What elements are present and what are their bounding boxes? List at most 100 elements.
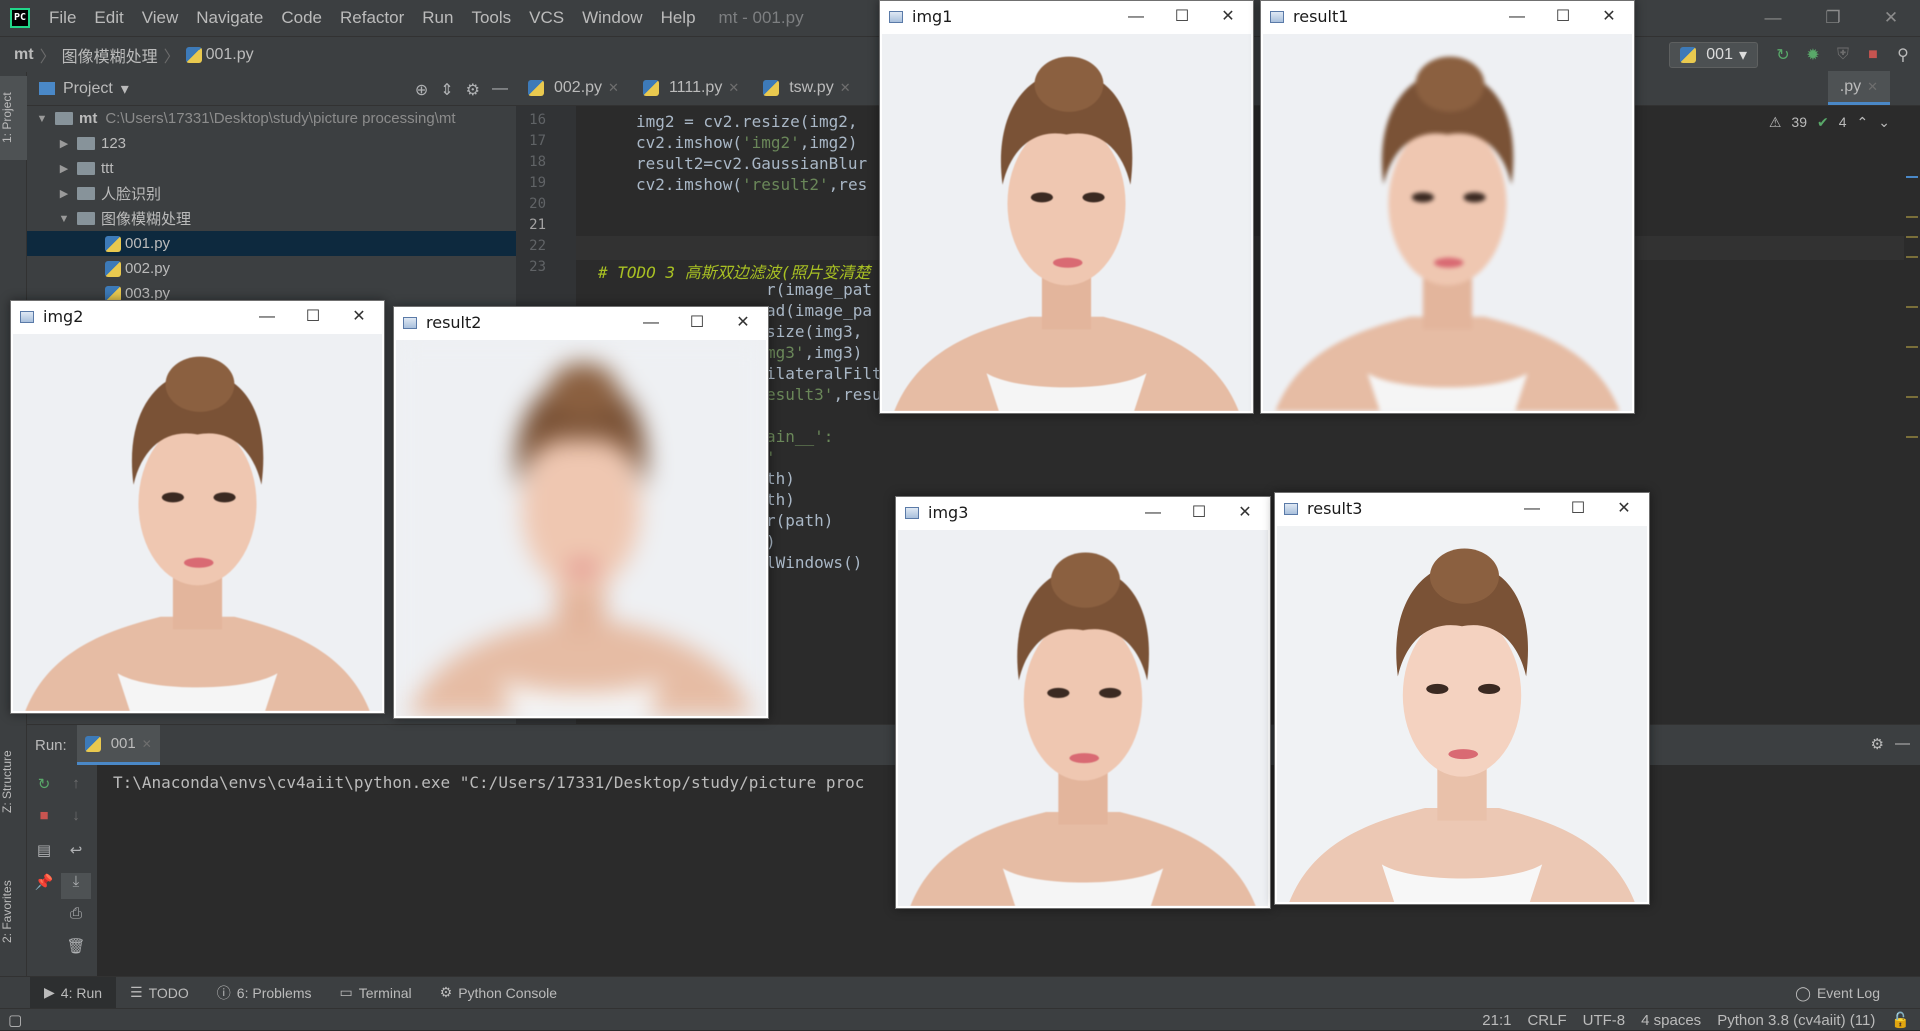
chevron-down-icon[interactable]: ⌄: [1878, 114, 1890, 131]
status-encoding[interactable]: UTF-8: [1583, 1012, 1626, 1029]
tab-tsw-py[interactable]: tsw.py ✕: [751, 71, 862, 105]
menu-help[interactable]: Help: [652, 0, 705, 36]
status-line-separator[interactable]: CRLF: [1527, 1012, 1566, 1029]
minimize-icon[interactable]: —: [244, 301, 290, 332]
code-line-25[interactable]: ad(image_pa: [766, 301, 872, 320]
close-icon[interactable]: ✕: [1862, 0, 1920, 36]
opencv-window-result3[interactable]: result3 — ☐ ✕: [1274, 492, 1650, 905]
layout-icon[interactable]: ▤: [29, 841, 59, 867]
tool-tab-run[interactable]: ▶ 4: Run: [30, 976, 117, 1009]
opencv-window-img3[interactable]: img3 — ☐ ✕: [895, 496, 1271, 909]
maximize-icon[interactable]: ☐: [1176, 497, 1222, 528]
favorites-tool-tab[interactable]: 2: Favorites: [0, 862, 27, 962]
maximize-icon[interactable]: ☐: [1555, 493, 1601, 524]
code-line-17[interactable]: cv2.imshow('img2',img2): [636, 133, 858, 152]
code-line-27[interactable]: mg3',img3): [766, 343, 862, 362]
run-tab-001[interactable]: 001 ✕: [76, 725, 160, 765]
code-line-24[interactable]: r(image_pat: [766, 280, 872, 299]
code-line-16[interactable]: img2 = cv2.resize(img2,: [636, 112, 858, 131]
tree-item-123[interactable]: ▶ 123: [27, 131, 516, 156]
tree-root[interactable]: ▼ mt C:\Users\17331\Desktop\study\pictur…: [27, 106, 516, 131]
stop-icon[interactable]: ■: [29, 807, 59, 833]
menu-code[interactable]: Code: [272, 0, 331, 36]
editor-scrollbar[interactable]: [1904, 106, 1920, 724]
tree-item-ttt[interactable]: ▶ ttt: [27, 156, 516, 181]
tool-tab-python-console[interactable]: ⚙ Python Console: [426, 977, 571, 1009]
minimize-icon[interactable]: —: [1494, 1, 1540, 32]
project-tool-tab[interactable]: 1: Project: [0, 76, 27, 160]
chevron-down-icon[interactable]: ▾: [121, 79, 129, 99]
close-icon[interactable]: ✕: [1205, 1, 1251, 32]
opencv-window-result1[interactable]: result1 — ☐ ✕: [1260, 0, 1635, 414]
maximize-icon[interactable]: ☐: [674, 307, 720, 338]
project-panel-title[interactable]: Project: [63, 80, 113, 98]
lock-icon[interactable]: 🔓: [1891, 1011, 1910, 1029]
close-icon[interactable]: ✕: [1601, 493, 1647, 524]
close-icon[interactable]: ✕: [1586, 1, 1632, 32]
minimize-icon[interactable]: —: [1130, 497, 1176, 528]
opencv-window-img1[interactable]: img1 — ☐ ✕: [879, 0, 1254, 414]
tree-item-face-recognition[interactable]: ▶ 人脸识别: [27, 181, 516, 206]
status-caret-position[interactable]: 21:1: [1482, 1012, 1511, 1029]
tab-active-py[interactable]: .py ✕: [1827, 71, 1890, 105]
trash-icon[interactable]: 🗑: [61, 937, 91, 963]
tree-item-001-py[interactable]: 001.py: [27, 231, 516, 256]
close-tab-icon[interactable]: ✕: [840, 80, 851, 96]
opencv-window-img2[interactable]: img2 — ☐ ✕: [10, 300, 385, 714]
inspection-widget[interactable]: ⚠ 39 ✔ 4 ⌃ ⌄: [1769, 114, 1890, 131]
event-log-button[interactable]: ◯ Event Log: [1795, 977, 1880, 1009]
minimize-icon[interactable]: —: [628, 307, 674, 338]
code-line-18[interactable]: result2=cv2.GaussianBlur: [636, 154, 867, 173]
code-line-31[interactable]: ain__':: [766, 427, 833, 446]
maximize-icon[interactable]: ☐: [1159, 1, 1205, 32]
structure-tool-tab[interactable]: Z: Structure: [0, 732, 27, 832]
minimize-icon[interactable]: —: [1509, 493, 1555, 524]
coverage-icon[interactable]: ⛨: [1830, 46, 1856, 64]
scroll-to-end-icon[interactable]: ⤓: [61, 873, 91, 899]
tool-windows-icon[interactable]: ▢: [8, 1011, 22, 1029]
hide-icon[interactable]: —: [492, 80, 508, 100]
maximize-icon[interactable]: ☐: [1540, 1, 1586, 32]
print-icon[interactable]: ⎙: [61, 905, 91, 931]
tab-002-py[interactable]: 002.py ✕: [516, 71, 631, 105]
tool-tab-todo[interactable]: ☰ TODO: [116, 977, 203, 1009]
chevron-up-icon[interactable]: ⌃: [1857, 114, 1869, 131]
code-line-37[interactable]: lWindows(): [766, 553, 862, 572]
close-tab-icon[interactable]: ✕: [728, 80, 739, 96]
tool-tab-problems[interactable]: ⓘ 6: Problems: [203, 977, 326, 1009]
rerun-icon[interactable]: ↻: [1770, 45, 1796, 65]
menu-vcs[interactable]: VCS: [520, 0, 573, 36]
code-line-26[interactable]: size(img3,: [766, 322, 862, 341]
code-line-34[interactable]: th): [766, 490, 795, 509]
tab-1111-py[interactable]: 1111.py ✕: [631, 71, 751, 105]
tree-item-blur-folder[interactable]: ▼ 图像模糊处理: [27, 206, 516, 231]
code-line-19[interactable]: cv2.imshow('result2',res: [636, 175, 867, 194]
tree-item-002-py[interactable]: 002.py: [27, 256, 516, 281]
debug-icon[interactable]: ✹: [1800, 45, 1826, 65]
menu-refactor[interactable]: Refactor: [331, 0, 413, 36]
console-output[interactable]: T:\Anaconda\envs\cv4aiit\python.exe "C:/…: [113, 765, 864, 792]
close-tab-icon[interactable]: ✕: [142, 737, 152, 751]
arrow-down-icon[interactable]: ↓: [61, 807, 91, 833]
collapse-all-icon[interactable]: ⇕: [440, 80, 453, 100]
menu-edit[interactable]: Edit: [85, 0, 132, 36]
menu-tools[interactable]: Tools: [462, 0, 520, 36]
gear-icon[interactable]: ⚙: [466, 80, 480, 100]
rerun-icon[interactable]: ↻: [29, 775, 59, 801]
close-icon[interactable]: ✕: [1222, 497, 1268, 528]
breadcrumb-file[interactable]: 001.py: [206, 46, 254, 64]
menu-run[interactable]: Run: [413, 0, 462, 36]
hide-icon[interactable]: —: [1895, 735, 1910, 752]
menu-window[interactable]: Window: [573, 0, 651, 36]
code-line-35[interactable]: r(path): [766, 511, 833, 530]
restore-icon[interactable]: ❐: [1804, 0, 1862, 36]
minimize-icon[interactable]: —: [1744, 0, 1802, 36]
minimize-icon[interactable]: —: [1113, 1, 1159, 32]
close-icon[interactable]: ✕: [336, 301, 382, 332]
run-configuration-select[interactable]: 001 ▾: [1669, 42, 1758, 68]
opencv-window-result2[interactable]: result2 — ☐ ✕: [393, 306, 769, 719]
breadcrumb-project[interactable]: mt: [14, 46, 34, 64]
close-tab-icon[interactable]: ✕: [608, 80, 619, 96]
close-tab-icon[interactable]: ✕: [1867, 79, 1878, 95]
status-indent[interactable]: 4 spaces: [1641, 1012, 1701, 1029]
